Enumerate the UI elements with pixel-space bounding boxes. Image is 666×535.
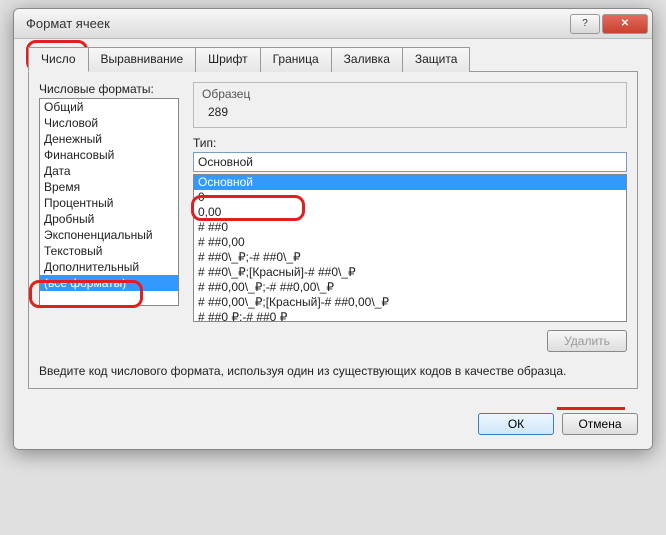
help-button[interactable]: ?	[570, 14, 600, 34]
close-button[interactable]: ✕	[602, 14, 648, 34]
list-item[interactable]: Денежный	[40, 131, 178, 147]
list-item[interactable]: Дата	[40, 163, 178, 179]
sample-label: Образец	[202, 87, 618, 101]
tab-fill[interactable]: Заливка	[331, 47, 403, 72]
type-label: Тип:	[193, 136, 627, 150]
tab-protection[interactable]: Защита	[402, 47, 471, 72]
dialog-buttons: ОК Отмена	[14, 403, 652, 449]
list-item[interactable]: Общий	[40, 99, 178, 115]
tab-border[interactable]: Граница	[260, 47, 332, 72]
tab-number[interactable]: Число	[28, 47, 89, 72]
formats-label: Числовые форматы:	[39, 82, 179, 96]
list-item[interactable]: # ##0,00\_₽;-# ##0,00\_₽	[194, 280, 626, 295]
type-input[interactable]	[193, 152, 627, 172]
formats-listbox[interactable]: ОбщийЧисловойДенежныйФинансовыйДатаВремя…	[39, 98, 179, 306]
tab-bar: Число Выравнивание Шрифт Граница Заливка…	[28, 47, 638, 72]
list-item[interactable]: # ##0 ₽;-# ##0 ₽	[194, 310, 626, 322]
list-item[interactable]: Финансовый	[40, 147, 178, 163]
type-codes-listbox[interactable]: Основной00,00# ##0# ##0,00# ##0\_₽;-# ##…	[193, 174, 627, 322]
sample-group: Образец 289	[193, 82, 627, 128]
list-item[interactable]: 0	[194, 190, 626, 205]
tab-panel-number: Числовые форматы: ОбщийЧисловойДенежныйФ…	[28, 72, 638, 389]
ok-button[interactable]: ОК	[478, 413, 554, 435]
list-item[interactable]: Основной	[194, 175, 626, 190]
format-cells-dialog: Формат ячеек ? ✕ Число Выравнивание Шриф…	[13, 8, 653, 450]
tab-alignment[interactable]: Выравнивание	[88, 47, 197, 72]
window-title: Формат ячеек	[26, 16, 570, 31]
tab-font[interactable]: Шрифт	[195, 47, 260, 72]
list-item[interactable]: # ##0,00	[194, 235, 626, 250]
list-item[interactable]: Текстовый	[40, 243, 178, 259]
list-item[interactable]: # ##0\_₽;[Красный]-# ##0\_₽	[194, 265, 626, 280]
list-item[interactable]: Числовой	[40, 115, 178, 131]
list-item[interactable]: # ##0	[194, 220, 626, 235]
list-item[interactable]: # ##0,00\_₽;[Красный]-# ##0,00\_₽	[194, 295, 626, 310]
sample-value: 289	[202, 105, 618, 119]
list-item[interactable]: Время	[40, 179, 178, 195]
delete-button[interactable]: Удалить	[547, 330, 627, 352]
list-item[interactable]: # ##0\_₽;-# ##0\_₽	[194, 250, 626, 265]
list-item[interactable]: Процентный	[40, 195, 178, 211]
list-item[interactable]: Дробный	[40, 211, 178, 227]
cancel-button[interactable]: Отмена	[562, 413, 638, 435]
list-item[interactable]: 0,00	[194, 205, 626, 220]
list-item[interactable]: (все форматы)	[40, 275, 178, 291]
list-item[interactable]: Дополнительный	[40, 259, 178, 275]
titlebar: Формат ячеек ? ✕	[14, 9, 652, 39]
hint-text: Введите код числового формата, используя…	[39, 364, 627, 378]
list-item[interactable]: Экспоненциальный	[40, 227, 178, 243]
